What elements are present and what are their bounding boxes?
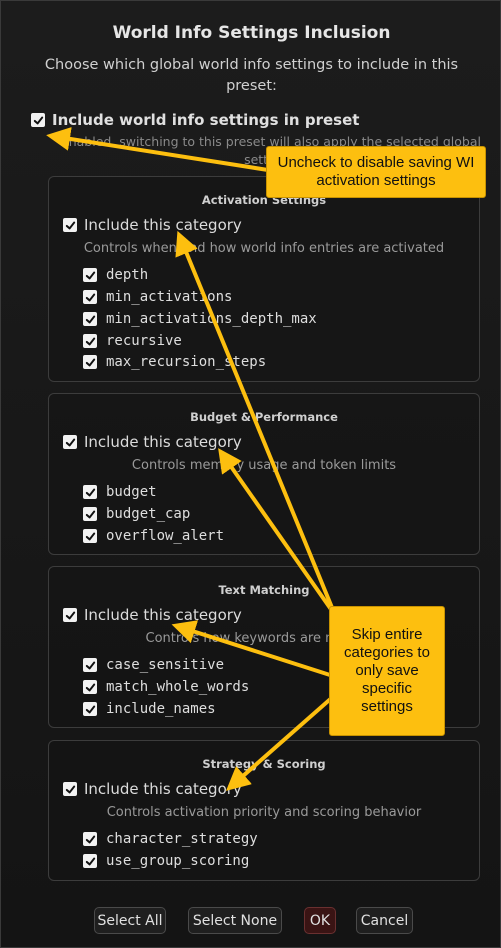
setting-checkbox[interactable] [83, 268, 97, 282]
check-icon [85, 315, 95, 323]
category-activation: Activation Settings Include this categor… [48, 176, 480, 382]
setting-checkbox[interactable] [83, 658, 97, 672]
setting-checkbox[interactable] [83, 355, 97, 369]
check-icon [65, 438, 75, 446]
setting-row[interactable]: recursive [83, 333, 182, 349]
setting-checkbox[interactable] [83, 312, 97, 326]
setting-checkbox[interactable] [83, 702, 97, 716]
category-include-row[interactable]: Include this category [63, 216, 242, 234]
select-all-button[interactable]: Select All [94, 907, 166, 934]
category-budget: Budget & Performance Include this catego… [48, 393, 480, 555]
setting-row[interactable]: overflow_alert [83, 528, 224, 544]
setting-checkbox[interactable] [83, 334, 97, 348]
master-include-checkbox-row[interactable]: Include world info settings in preset [31, 111, 359, 129]
category-include-label: Include this category [84, 780, 242, 798]
category-checkbox[interactable] [63, 218, 77, 232]
category-include-row[interactable]: Include this category [63, 780, 242, 798]
setting-label: include_names [106, 701, 216, 717]
cancel-button[interactable]: Cancel [356, 907, 413, 934]
setting-label: min_activations_depth_max [106, 311, 317, 327]
setting-row[interactable]: budget_cap [83, 506, 190, 522]
setting-label: case_sensitive [106, 657, 225, 673]
select-none-button[interactable]: Select None [188, 907, 282, 934]
category-description: Controls memory usage and token limits [131, 458, 397, 473]
setting-label: use_group_scoring [106, 853, 250, 869]
setting-label: recursive [106, 333, 182, 349]
callout-master: Uncheck to disable saving WI activation … [266, 146, 486, 198]
setting-label: overflow_alert [106, 528, 225, 544]
category-title: Strategy & Scoring [202, 757, 326, 771]
category-strategy: Strategy & Scoring Include this category… [48, 740, 480, 881]
setting-checkbox[interactable] [83, 507, 97, 521]
category-title: Text Matching [218, 583, 310, 597]
master-include-label: Include world info settings in preset [52, 111, 360, 129]
check-icon [85, 337, 95, 345]
category-description: Controls when and how world info entries… [83, 241, 445, 256]
world-info-inclusion-dialog: World Info Settings Inclusion Choose whi… [0, 0, 501, 948]
dialog-subtitle: Choose which global world info settings … [44, 57, 459, 94]
setting-row[interactable]: character_strategy [83, 831, 258, 847]
category-include-label: Include this category [84, 433, 242, 451]
check-icon [85, 661, 95, 669]
category-checkbox[interactable] [63, 608, 77, 622]
setting-row[interactable]: use_group_scoring [83, 853, 249, 869]
setting-checkbox[interactable] [83, 854, 97, 868]
check-icon [85, 271, 95, 279]
setting-row[interactable]: min_activations_depth_max [83, 311, 317, 327]
setting-row[interactable]: min_activations [83, 289, 232, 305]
category-include-row[interactable]: Include this category [63, 606, 242, 624]
setting-checkbox[interactable] [83, 832, 97, 846]
ok-button[interactable]: OK [304, 907, 336, 934]
category-title: Budget & Performance [190, 410, 338, 424]
setting-row[interactable]: include_names [83, 701, 216, 717]
category-include-label: Include this category [84, 216, 242, 234]
setting-label: min_activations [106, 289, 233, 305]
check-icon [85, 358, 95, 366]
check-icon [65, 221, 75, 229]
callout-categories: Skip entire categories to only save spec… [329, 606, 445, 736]
setting-checkbox[interactable] [83, 290, 97, 304]
dialog-title: World Info Settings Inclusion [112, 23, 391, 43]
setting-label: budget_cap [106, 506, 191, 522]
check-icon [85, 857, 95, 865]
setting-row[interactable]: depth [83, 267, 148, 283]
check-icon [65, 611, 75, 619]
setting-checkbox[interactable] [83, 680, 97, 694]
setting-checkbox[interactable] [83, 529, 97, 543]
setting-label: match_whole_words [106, 679, 250, 695]
category-checkbox[interactable] [63, 435, 77, 449]
category-include-label: Include this category [84, 606, 242, 624]
check-icon [85, 510, 95, 518]
check-icon [33, 116, 43, 124]
setting-label: character_strategy [106, 831, 258, 847]
setting-checkbox[interactable] [83, 485, 97, 499]
setting-row[interactable]: budget [83, 484, 157, 500]
setting-row[interactable]: match_whole_words [83, 679, 249, 695]
master-checkbox[interactable] [31, 113, 45, 127]
setting-label: depth [106, 267, 149, 283]
category-include-row[interactable]: Include this category [63, 433, 242, 451]
category-description: Controls activation priority and scoring… [106, 805, 422, 820]
check-icon [85, 705, 95, 713]
category-checkbox[interactable] [63, 782, 77, 796]
setting-row[interactable]: case_sensitive [83, 657, 224, 673]
check-icon [85, 293, 95, 301]
check-icon [85, 488, 95, 496]
setting-label: max_recursion_steps [106, 354, 267, 370]
check-icon [85, 835, 95, 843]
setting-row[interactable]: max_recursion_steps [83, 354, 266, 370]
check-icon [85, 683, 95, 691]
setting-label: budget [106, 484, 157, 500]
check-icon [65, 785, 75, 793]
check-icon [85, 532, 95, 540]
